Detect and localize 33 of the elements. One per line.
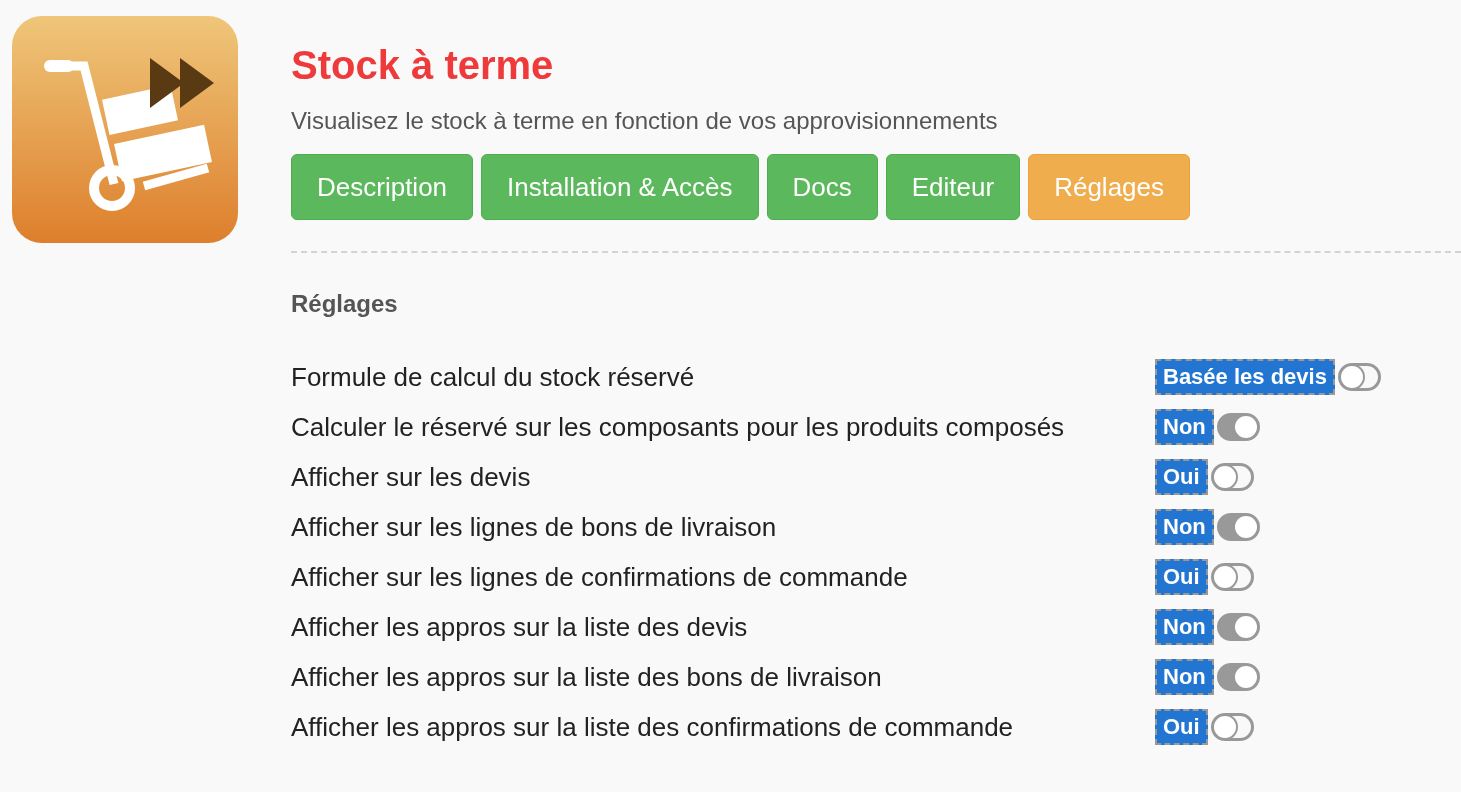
setting-label: Afficher les appros sur la liste des confirmations de commande — [291, 711, 1014, 743]
setting-label: Afficher les appros sur la liste des devis — [291, 611, 748, 643]
toggle-switch[interactable] — [1216, 513, 1260, 541]
setting-label: Formule de calcul du stock réservé — [291, 361, 695, 393]
app-subtitle: Visualisez le stock à terme en fonction de vos approvisionnements — [291, 106, 999, 136]
tab[interactable]: Installation & Accès — [481, 154, 759, 220]
setting-value: Oui — [1155, 559, 1208, 595]
toggle-switch[interactable] — [1210, 563, 1254, 591]
setting-value: Non — [1155, 609, 1214, 645]
tab[interactable]: Docs — [766, 154, 878, 220]
setting-label: Calculer le réservé sur les composants pour les produits composés — [291, 411, 1065, 443]
toggle-switch[interactable] — [1216, 613, 1260, 641]
setting-label: Afficher sur les lignes de bons de livraison — [291, 511, 777, 543]
section-heading: Réglages — [291, 289, 399, 319]
toggle-switch[interactable] — [1210, 463, 1254, 491]
toggle-switch[interactable] — [1216, 413, 1260, 441]
setting-label: Afficher sur les lignes de confirmations de commande — [291, 561, 908, 593]
setting-value: Oui — [1155, 459, 1208, 495]
tab[interactable]: Réglages — [1028, 154, 1191, 220]
setting-value: Non — [1155, 509, 1214, 545]
setting-label: Afficher sur les devis — [291, 461, 531, 493]
toggle-switch[interactable] — [1337, 363, 1381, 391]
toggle-switch[interactable] — [1216, 663, 1260, 691]
setting-value: Non — [1155, 409, 1214, 445]
hand-truck-icon — [12, 16, 238, 243]
tab[interactable]: Description — [291, 154, 474, 220]
app-title: Stock à terme — [291, 42, 555, 88]
toggle-switch[interactable] — [1210, 713, 1254, 741]
setting-value: Non — [1155, 659, 1214, 695]
setting-value: Oui — [1155, 709, 1208, 745]
setting-value: Basée les devis — [1155, 359, 1335, 395]
tab[interactable]: Editeur — [885, 154, 1021, 220]
setting-label: Afficher les appros sur la liste des bons de livraison — [291, 661, 882, 693]
